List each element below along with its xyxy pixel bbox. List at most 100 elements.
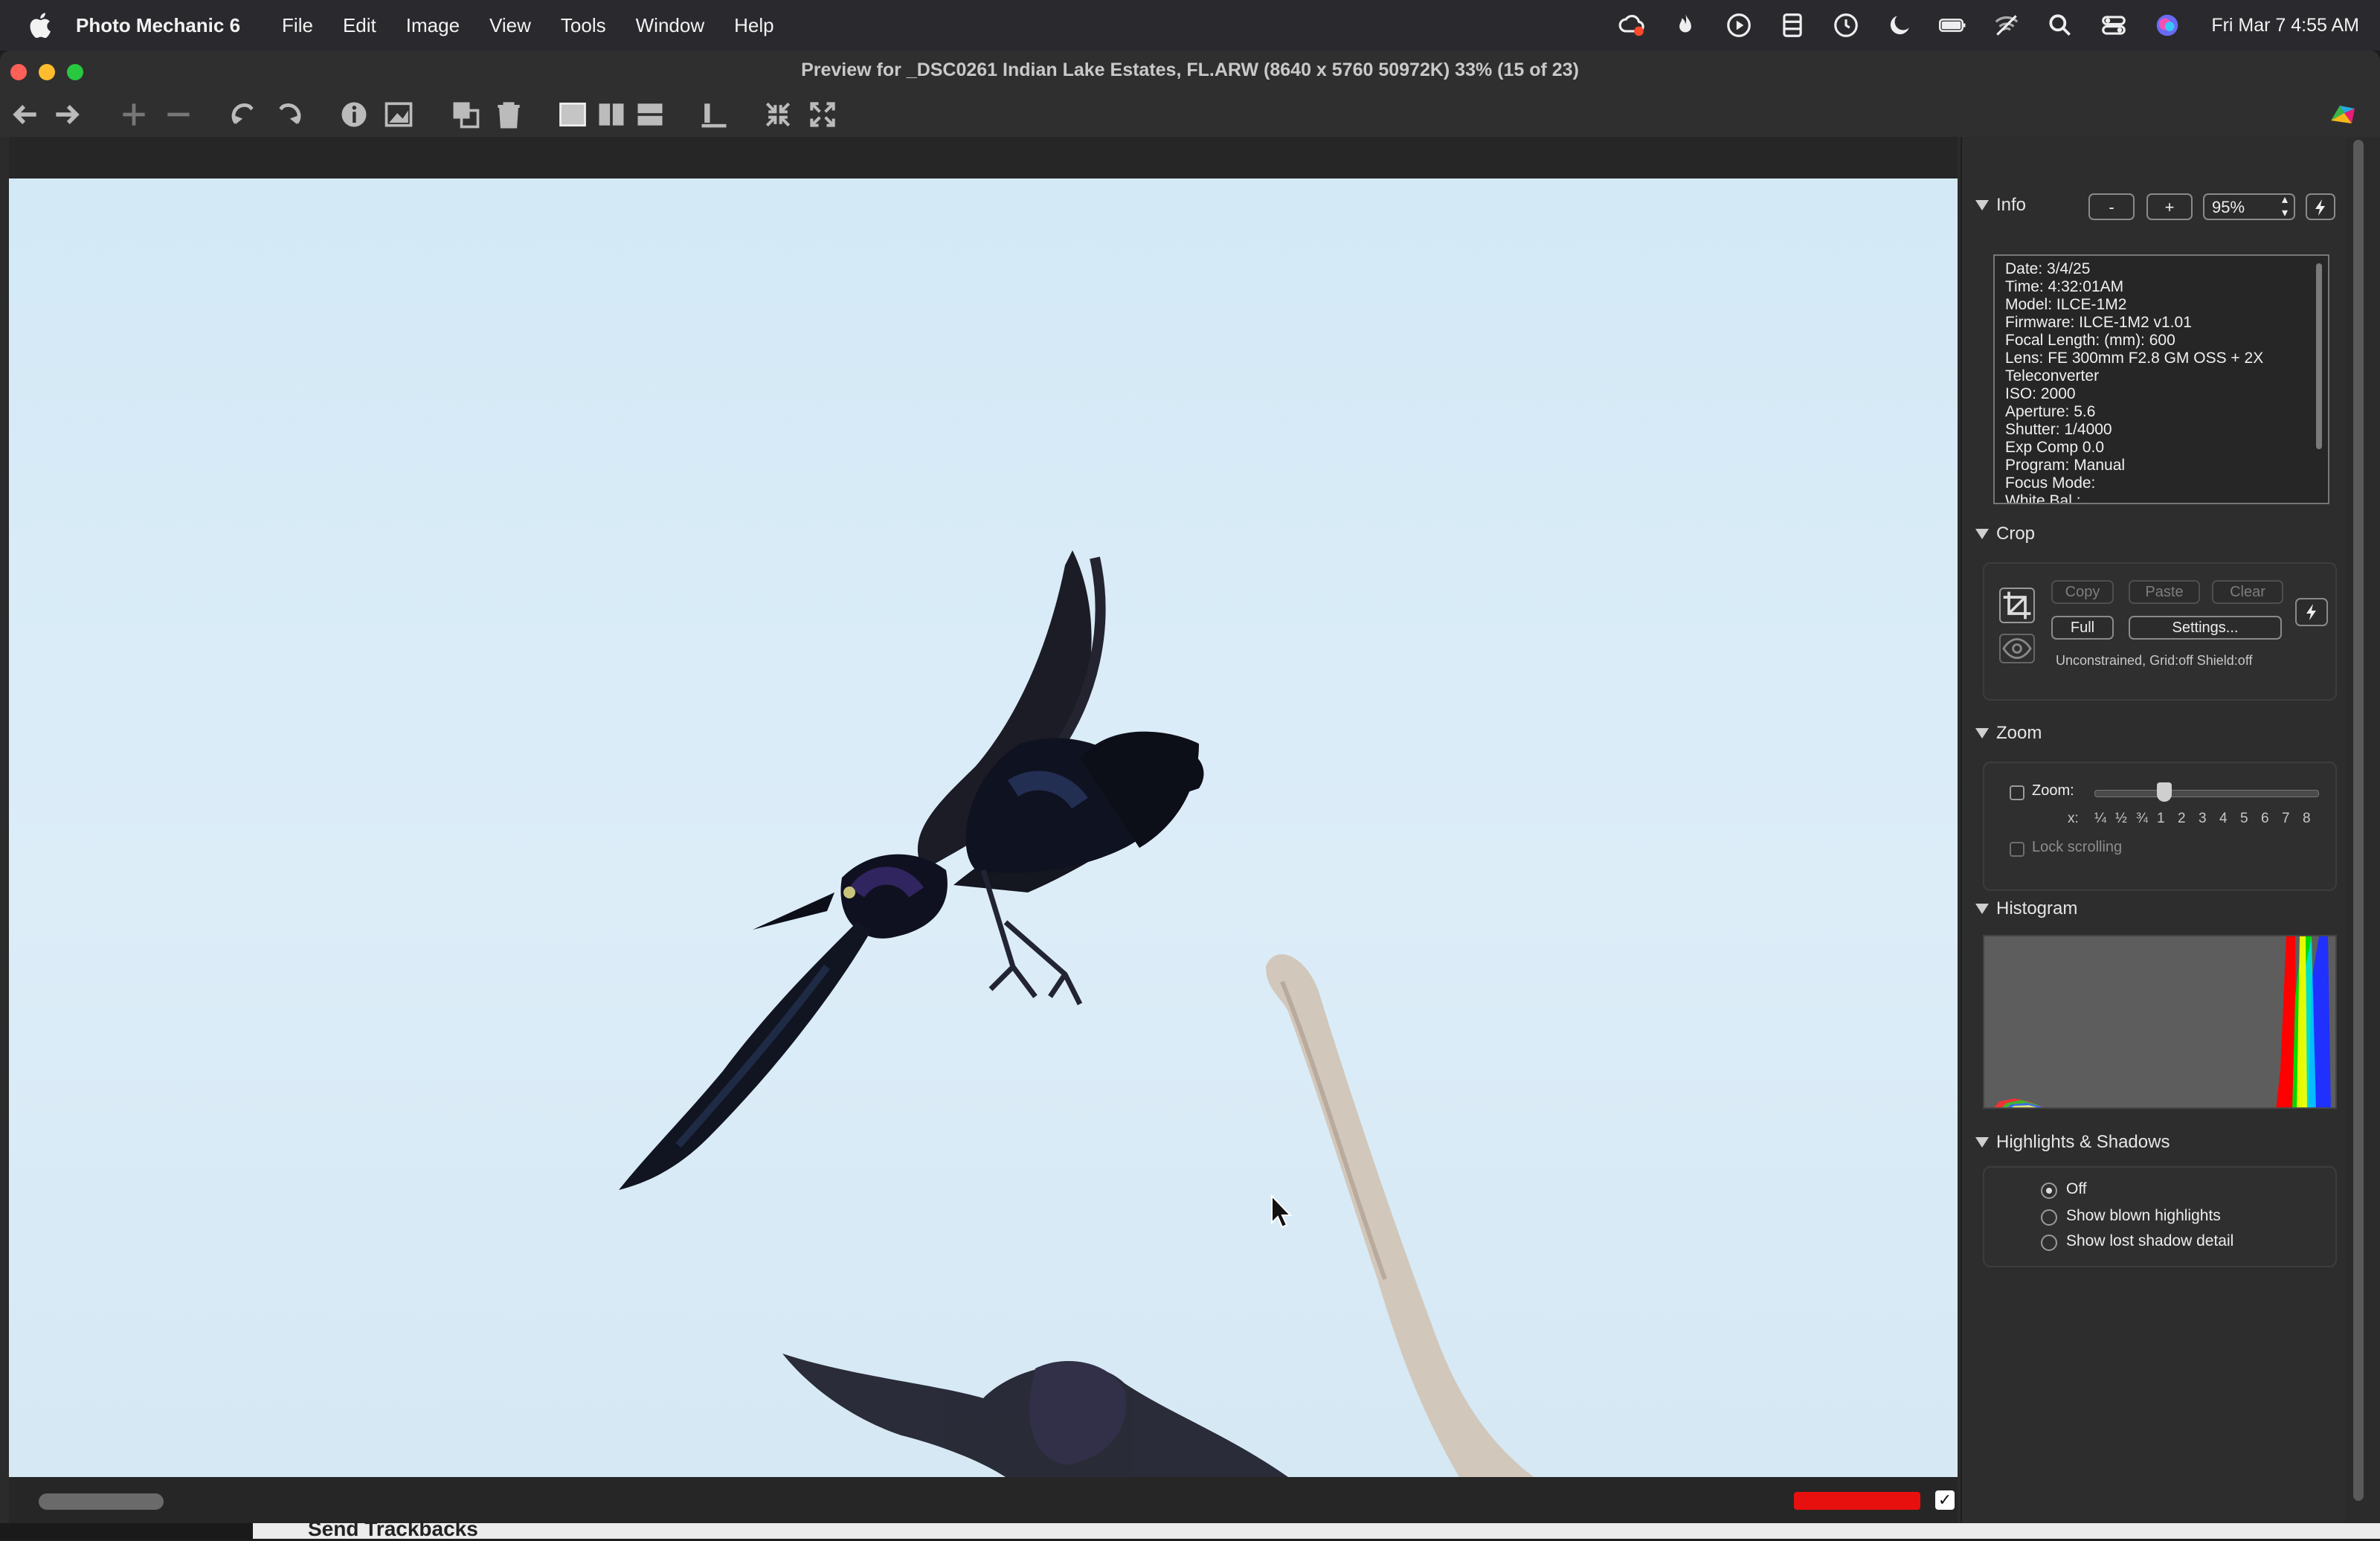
control-center-icon[interactable] bbox=[2100, 11, 2128, 39]
crop-shield-toggle[interactable] bbox=[1999, 634, 2035, 663]
info-apply-button[interactable] bbox=[2306, 193, 2335, 220]
copy-photo-button[interactable] bbox=[449, 98, 482, 131]
menu-window[interactable]: Window bbox=[636, 14, 704, 37]
stacked-view-button[interactable] bbox=[634, 98, 666, 131]
menu-edit[interactable]: Edit bbox=[343, 14, 376, 37]
crop-status-text: Unconstrained, Grid:off Shield:off bbox=[2056, 653, 2253, 668]
inspector-scrollbar[interactable] bbox=[2352, 140, 2367, 1516]
trash-icon bbox=[498, 102, 520, 129]
exif-line: Time: 4:32:01AM bbox=[2005, 278, 2124, 295]
crop-copy-button[interactable]: Copy bbox=[2051, 580, 2114, 604]
crop-paste-button[interactable]: Paste bbox=[2129, 580, 2200, 604]
zoom-out-button[interactable] bbox=[162, 98, 195, 131]
exif-info-box[interactable]: Date: 3/4/25 Time: 4:32:01AM Model: ILCE… bbox=[1993, 254, 2329, 504]
lightning-icon bbox=[2315, 199, 2325, 216]
crop-full-button[interactable]: Full bbox=[2051, 616, 2114, 640]
zoom-section-header[interactable]: Zoom bbox=[1975, 723, 2042, 744]
info-zoom-value: 95% bbox=[2212, 198, 2245, 216]
window-title: Preview for _DSC0261 Indian Lake Estates… bbox=[801, 59, 1579, 80]
color-class-label[interactable] bbox=[1794, 1492, 1920, 1510]
expand-to-fill-button[interactable] bbox=[806, 98, 839, 131]
wifi-off-icon[interactable] bbox=[1993, 11, 2021, 39]
siri-icon[interactable] bbox=[2153, 11, 2181, 39]
crop-icon bbox=[2003, 591, 2031, 620]
show-blown-highlights-radio[interactable] bbox=[2041, 1209, 2057, 1226]
crop-settings-button[interactable]: Settings... bbox=[2129, 616, 2282, 640]
single-view-button[interactable] bbox=[556, 98, 589, 131]
previous-photo-button[interactable] bbox=[9, 98, 42, 131]
rotate-ccw-icon bbox=[231, 103, 254, 124]
photo-preview[interactable] bbox=[9, 178, 1958, 1477]
zoom-tick: 7 bbox=[2282, 811, 2290, 826]
tag-checkbox[interactable]: ✓ bbox=[1935, 1490, 1955, 1510]
histogram-svg bbox=[1994, 936, 2331, 1107]
blurred-foreground-grackle bbox=[782, 1354, 1288, 1477]
spotlight-search-icon[interactable] bbox=[2046, 11, 2074, 39]
info-zoom-select[interactable]: 95% ▴ ▾ bbox=[2203, 193, 2295, 220]
info-zoom-plus-button[interactable]: + bbox=[2146, 193, 2193, 220]
left-panel-divider[interactable] bbox=[0, 137, 9, 1523]
menu-bar-clock[interactable]: Fri Mar 7 4:55 AM bbox=[2211, 15, 2359, 36]
menu-tools[interactable]: Tools bbox=[561, 14, 606, 37]
edit-image-button[interactable] bbox=[382, 98, 415, 131]
app-menu[interactable]: Photo Mechanic 6 bbox=[76, 14, 240, 37]
highlights-section-header[interactable]: Highlights & Shadows bbox=[1975, 1132, 2170, 1153]
next-photo-button[interactable] bbox=[51, 98, 83, 131]
menu-bar-extras: Fri Mar 7 4:55 AM bbox=[1618, 0, 2359, 51]
eye-icon bbox=[2002, 637, 2032, 660]
creative-cloud-icon[interactable] bbox=[1618, 11, 1646, 39]
info-zoom-minus-button[interactable]: - bbox=[2088, 193, 2135, 220]
info-section-title: Info bbox=[1996, 195, 2027, 215]
zoom-tick: 5 bbox=[2240, 811, 2248, 826]
rotate-right-button[interactable] bbox=[272, 98, 305, 131]
lock-scrolling-checkbox[interactable] bbox=[2010, 842, 2024, 857]
filmstrip-scroll-handle[interactable] bbox=[39, 1493, 164, 1510]
menu-help[interactable]: Help bbox=[734, 14, 774, 37]
highlights-off-label: Off bbox=[2066, 1180, 2087, 1197]
crop-tool-button[interactable] bbox=[1999, 588, 2035, 623]
side-by-side-view-button[interactable] bbox=[595, 98, 628, 131]
crop-clear-button[interactable]: Clear bbox=[2212, 580, 2283, 604]
time-machine-icon[interactable] bbox=[1832, 11, 1860, 39]
histogram-section-header[interactable]: Histogram bbox=[1975, 898, 2077, 919]
menu-view[interactable]: View bbox=[489, 14, 531, 37]
crop-section-header[interactable]: Crop bbox=[1975, 524, 2035, 544]
film-strip-icon[interactable] bbox=[1778, 11, 1807, 39]
info-button[interactable] bbox=[338, 98, 370, 131]
apple-menu-icon[interactable] bbox=[27, 10, 57, 40]
battery-icon[interactable] bbox=[1939, 11, 1967, 39]
delete-photo-button[interactable] bbox=[492, 98, 525, 131]
inspector-scrollbar-thumb[interactable] bbox=[2353, 140, 2364, 1501]
flame-icon[interactable] bbox=[1671, 11, 1699, 39]
crop-apply-button[interactable] bbox=[2295, 598, 2328, 626]
zoom-in-button[interactable] bbox=[118, 98, 150, 131]
zoom-tick: 4 bbox=[2219, 811, 2228, 826]
zoom-slider-thumb[interactable] bbox=[2157, 782, 2172, 802]
show-lost-shadow-radio[interactable] bbox=[2041, 1235, 2057, 1251]
focus-moon-icon[interactable] bbox=[1885, 11, 1914, 39]
menu-image[interactable]: Image bbox=[406, 14, 460, 37]
histogram-graph bbox=[1983, 935, 2337, 1109]
window-title-bar[interactable]: Preview for _DSC0261 Indian Lake Estates… bbox=[0, 51, 2380, 92]
macos-menu-bar: Photo Mechanic 6 File Edit Image View To… bbox=[0, 0, 2380, 51]
shrink-to-fit-button[interactable] bbox=[762, 98, 794, 131]
zoom-tick: 2 bbox=[2178, 811, 2186, 826]
zoom-tick: ¼ bbox=[2094, 811, 2106, 826]
info-section-header[interactable]: Info bbox=[1975, 195, 2026, 216]
exif-line: Shutter: 1/4000 bbox=[2005, 421, 2112, 438]
zoom-slider-track[interactable] bbox=[2094, 790, 2319, 797]
exif-line: Firmware: ILCE-1M2 v1.01 bbox=[2005, 314, 2192, 331]
menu-file[interactable]: File bbox=[282, 14, 313, 37]
play-circle-icon[interactable] bbox=[1725, 11, 1753, 39]
zoom-checkbox[interactable] bbox=[2010, 785, 2024, 800]
mouse-cursor-icon bbox=[1271, 1194, 1293, 1229]
two-column-icon bbox=[599, 103, 624, 126]
exif-line: Aperture: 5.6 bbox=[2005, 403, 2096, 420]
rotate-left-button[interactable] bbox=[228, 98, 260, 131]
info-box-scrollbar[interactable] bbox=[2316, 263, 2322, 449]
highlights-off-radio[interactable] bbox=[2041, 1183, 2057, 1199]
disclosure-triangle-icon bbox=[1975, 1137, 1989, 1148]
exif-line: ISO: 2000 bbox=[2005, 385, 2076, 402]
preview-toolbar bbox=[0, 92, 2380, 137]
align-bottom-button[interactable] bbox=[698, 98, 730, 131]
